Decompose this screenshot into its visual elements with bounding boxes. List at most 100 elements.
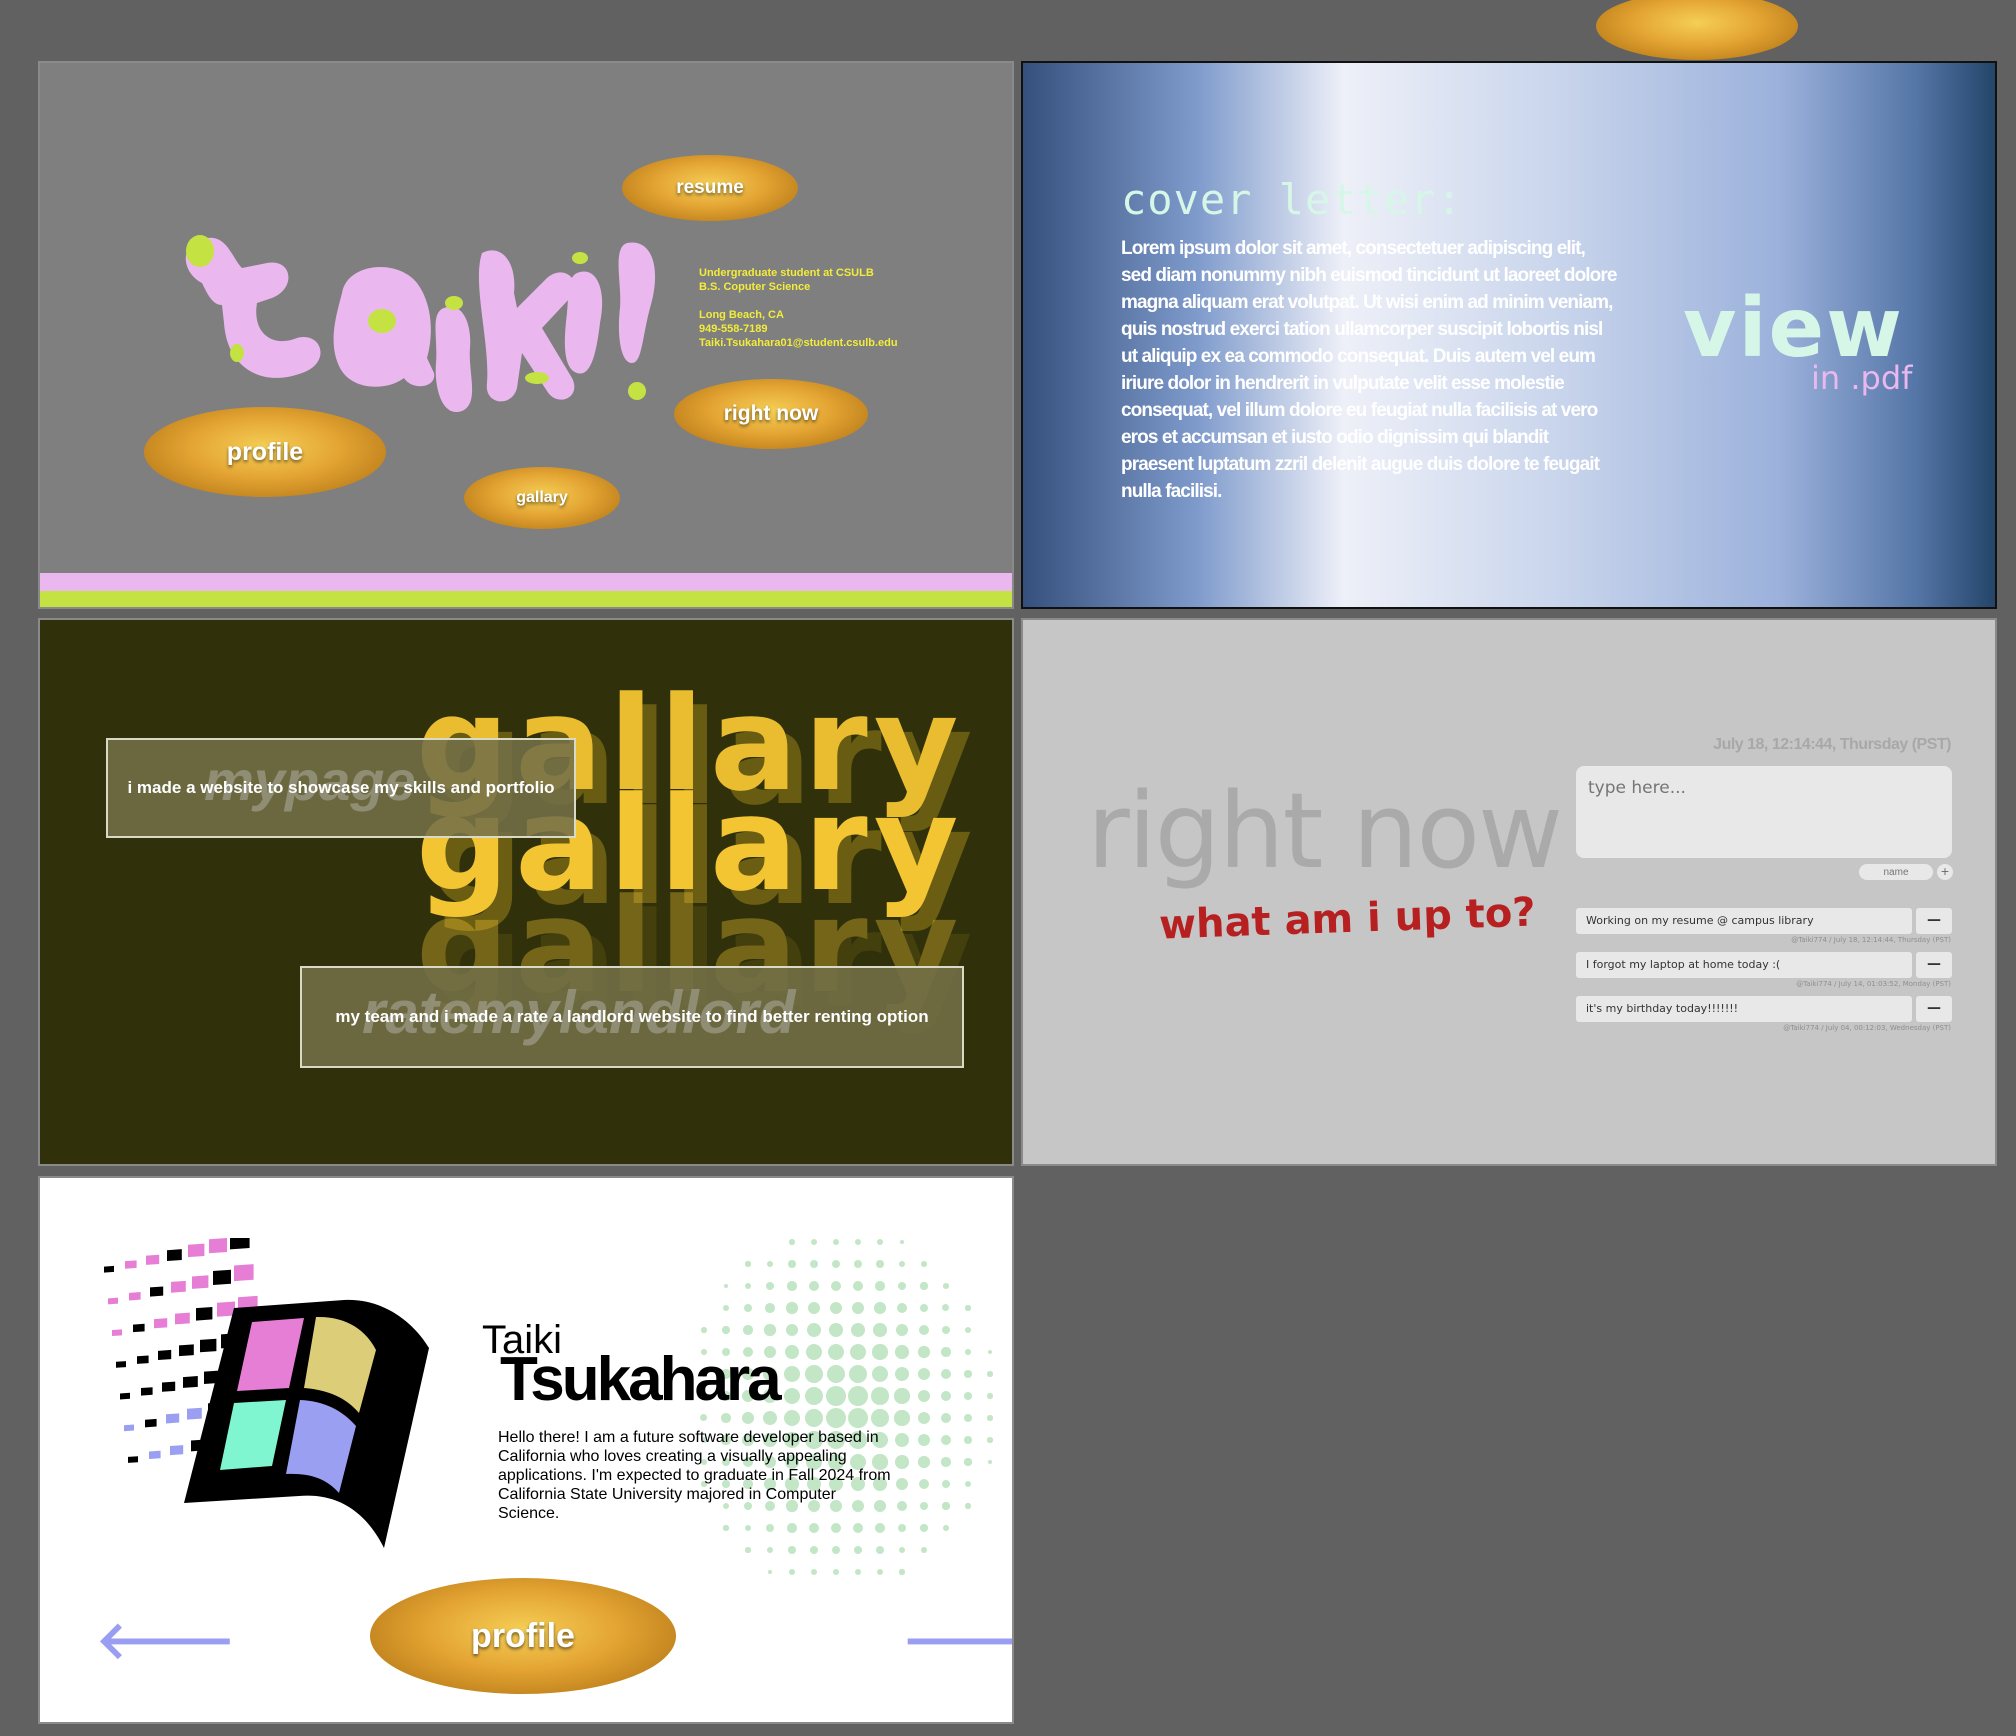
halftone-dot <box>876 1546 884 1554</box>
halftone-dot <box>940 1412 952 1424</box>
halftone-dot <box>832 1238 840 1246</box>
halftone-dot <box>700 1414 708 1422</box>
halftone-dot <box>894 1388 910 1404</box>
lime-stripe <box>40 591 1012 607</box>
post-item-3-delete-button[interactable]: — <box>1916 996 1952 1022</box>
halftone-dot <box>877 1239 883 1245</box>
halftone-dot <box>987 1349 993 1355</box>
halftone-dot <box>722 1326 730 1334</box>
halftone-dot <box>831 1259 841 1269</box>
info-line-location: Long Beach, CA <box>699 309 784 321</box>
post-item-1-delete-button[interactable]: — <box>1916 908 1952 934</box>
halftone-dot <box>898 1260 906 1268</box>
halftone-dot <box>826 1364 846 1384</box>
logo-trail-square <box>120 1392 130 1400</box>
next-arrow-icon[interactable]: 🡒 <box>902 1608 1012 1671</box>
logo-trail-square <box>188 1243 205 1258</box>
halftone-dot <box>851 1301 865 1315</box>
halftone-dot <box>918 1324 930 1336</box>
logo-trail-square <box>104 1265 114 1273</box>
right-now-button[interactable]: right now <box>674 379 868 449</box>
halftone-dot <box>831 1545 841 1555</box>
mypage-caption: i made a website to showcase my skills a… <box>127 778 555 797</box>
prev-arrow-icon[interactable]: 🡐 <box>96 1608 235 1671</box>
halftone-dot <box>965 1503 971 1509</box>
logo-trail-square <box>149 1450 161 1460</box>
logo-trail-square <box>200 1338 217 1353</box>
post-item-2-text: I forgot my laptop at home today :( <box>1576 952 1912 978</box>
what-am-i-up-to: what am i up to? <box>1158 889 1537 949</box>
halftone-dot <box>722 1304 730 1312</box>
top-nav-blob[interactable] <box>1596 0 1798 60</box>
profile-main-button[interactable]: profile <box>370 1578 676 1694</box>
halftone-dot <box>723 1283 729 1289</box>
halftone-dot <box>745 1261 751 1267</box>
halftone-dot <box>830 1522 842 1534</box>
halftone-dot <box>894 1366 910 1382</box>
post-item-1-text: Working on my resume @ campus library <box>1576 908 1912 934</box>
status-input[interactable] <box>1576 766 1952 858</box>
logo-trail-square <box>213 1269 231 1285</box>
pink-stripe <box>40 573 1012 591</box>
halftone-dot <box>921 1547 927 1553</box>
info-line-email[interactable]: Taiki.Tsukahara01@student.csulb.edu <box>699 336 898 350</box>
halftone-dot <box>941 1435 951 1445</box>
halftone-dot <box>809 1545 819 1555</box>
halftone-dot <box>896 1302 908 1314</box>
halftone-dot <box>941 1369 951 1379</box>
logo-trail-square <box>137 1355 149 1364</box>
info-line-school: Undergraduate student at CSULB <box>699 267 874 279</box>
post-item-2-delete-button[interactable]: — <box>1916 952 1952 978</box>
halftone-dot <box>804 1386 824 1406</box>
halftone-dot <box>810 1568 818 1576</box>
halftone-dot <box>830 1280 842 1292</box>
logo-trail-square <box>158 1349 172 1361</box>
halftone-dot <box>788 1260 796 1268</box>
post-item-1-meta: @Taiki774 / July 18, 12:14:44, Thursday … <box>1791 936 1951 944</box>
halftone-dot <box>810 1238 818 1246</box>
logo-trail-square <box>124 1424 134 1432</box>
cover-heading: cover letter: <box>1121 175 1463 224</box>
halftone-dot <box>940 1390 952 1402</box>
halftone-dot <box>854 1238 862 1246</box>
add-post-button[interactable]: + <box>1937 864 1953 880</box>
project-mypage-card[interactable]: mypage i made a website to showcase my s… <box>106 738 576 838</box>
halftone-dot <box>783 1409 801 1427</box>
project-ratemylandlord-card[interactable]: ratemylandlord my team and i made a rate… <box>300 966 964 1068</box>
halftone-dot <box>807 1301 821 1315</box>
halftone-dot <box>898 1546 906 1554</box>
halftone-dot <box>941 1347 951 1357</box>
profile-bio: Hello there! I am a future software deve… <box>498 1429 891 1522</box>
halftone-dot <box>872 1344 888 1360</box>
halftone-dot <box>723 1525 729 1531</box>
halftone-dot <box>832 1568 840 1576</box>
halftone-dot <box>806 1344 822 1360</box>
halftone-dot <box>899 1569 905 1575</box>
halftone-dot <box>848 1386 868 1406</box>
halftone-dot <box>849 1343 867 1361</box>
halftone-dot <box>964 1392 972 1400</box>
gallary-button[interactable]: gallary <box>464 467 620 529</box>
halftone-dot <box>987 1393 993 1399</box>
in-pdf-label: in .pdf <box>1811 359 1913 397</box>
halftone-dot <box>783 1387 801 1405</box>
resume-button[interactable]: resume <box>622 155 798 221</box>
halftone-dot <box>964 1370 972 1378</box>
halftone-dot <box>918 1478 930 1490</box>
logo-trail-square <box>150 1286 164 1297</box>
halftone-dot <box>850 1322 866 1338</box>
halftone-dot <box>965 1305 971 1311</box>
halftone-dot <box>871 1365 889 1383</box>
windows-logo <box>104 1238 429 1548</box>
halftone-dot <box>805 1365 823 1383</box>
halftone-dot <box>918 1346 930 1358</box>
profile-button[interactable]: profile <box>144 407 386 497</box>
logo-trail-square <box>167 1249 182 1261</box>
halftone-dot <box>877 1569 883 1575</box>
halftone-dot <box>871 1387 889 1405</box>
logo-trail-square <box>179 1344 194 1357</box>
logo-trail-square <box>116 1361 126 1368</box>
name-input[interactable] <box>1859 864 1933 880</box>
halftone-dot <box>765 1281 775 1291</box>
halftone-dot <box>853 1259 863 1269</box>
